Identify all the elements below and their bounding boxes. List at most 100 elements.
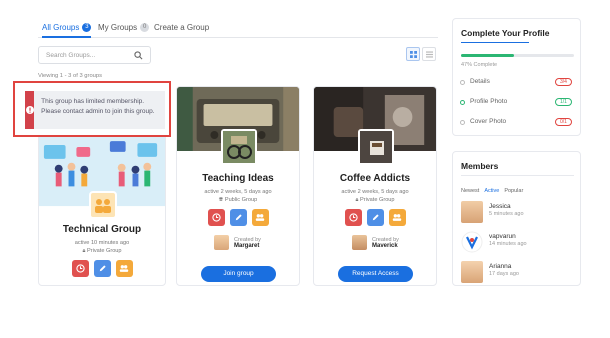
profile-item-status: 0/1 xyxy=(555,118,572,126)
member-avatar[interactable] xyxy=(461,231,483,253)
member-item[interactable]: Jessica 5 minutes ago xyxy=(461,201,524,223)
members-action-button[interactable] xyxy=(115,260,133,277)
item-status-icon xyxy=(460,120,465,125)
lock-icon: 🔒︎ xyxy=(82,248,86,254)
filter-newest[interactable]: Newest xyxy=(461,188,479,194)
group-avatar xyxy=(358,129,394,165)
profile-item-status: 3/4 xyxy=(555,78,572,86)
group-creator: Created by Maverick xyxy=(352,235,399,250)
creator-avatar[interactable] xyxy=(352,235,367,250)
tab-my-groups[interactable]: My Groups 0 xyxy=(98,23,150,32)
group-card-teaching-ideas[interactable]: Teaching Ideas active 2 weeks, 5 days ag… xyxy=(176,86,300,286)
profile-item-status: 1/1 xyxy=(555,98,572,106)
progress-text: 47% Complete xyxy=(461,62,498,68)
search-icon[interactable] xyxy=(134,50,143,60)
clock-icon xyxy=(348,213,358,222)
globe-icon: 🌐︎ xyxy=(218,197,224,203)
group-creator: Created by Margaret xyxy=(214,235,261,250)
avatar-photo xyxy=(223,131,255,163)
creator-name[interactable]: Maverick xyxy=(372,243,398,249)
tab-count-badge: 3 xyxy=(82,23,92,32)
item-status-icon xyxy=(460,80,465,85)
filter-popular[interactable]: Popular xyxy=(504,188,523,194)
group-privacy: 🔒︎ Private Group xyxy=(39,247,165,255)
clock-icon xyxy=(75,264,85,273)
pencil-icon xyxy=(235,214,242,221)
alert-box: This group has limited membership. Pleas… xyxy=(25,91,165,129)
tab-label: My Groups xyxy=(98,23,138,32)
users-icon xyxy=(255,214,265,221)
pencil-icon xyxy=(372,214,379,221)
group-title[interactable]: Teaching Ideas xyxy=(177,173,299,184)
clock-icon xyxy=(211,213,221,222)
join-group-button[interactable]: Join group xyxy=(201,266,276,282)
member-avatar[interactable] xyxy=(461,201,483,223)
member-avatar[interactable] xyxy=(461,261,483,283)
member-name[interactable]: Arianna xyxy=(489,263,519,270)
member-name[interactable]: Jessica xyxy=(489,203,524,210)
group-card-coffee-addicts[interactable]: Coffee Addicts active 2 weeks, 5 days ag… xyxy=(313,86,437,286)
users-icon xyxy=(95,199,111,213)
clock-action-button[interactable] xyxy=(207,209,225,226)
profile-item-photo[interactable]: Profile Photo xyxy=(470,98,507,105)
search-placeholder: Search Groups... xyxy=(46,51,96,59)
tab-create-group[interactable]: Create a Group xyxy=(154,23,209,32)
search-input[interactable]: Search Groups... xyxy=(38,46,151,64)
creator-name[interactable]: Margaret xyxy=(234,243,259,249)
progress-track xyxy=(461,54,574,57)
grid-icon xyxy=(409,50,417,58)
group-actions xyxy=(177,209,299,226)
group-avatar xyxy=(221,129,257,165)
member-name[interactable]: vapvarun xyxy=(489,233,527,240)
group-actions xyxy=(39,260,165,277)
group-privacy: 🔒︎ Private Group xyxy=(314,196,436,204)
group-activity: active 10 minutes ago xyxy=(74,240,130,246)
limited-membership-alert: This group has limited membership. Pleas… xyxy=(13,81,171,137)
member-time: 5 minutes ago xyxy=(489,211,524,217)
profile-item-details[interactable]: Details xyxy=(470,78,490,85)
members-widget: Members Newest Active Popular Jessica 5 m… xyxy=(452,151,581,286)
clock-action-button[interactable] xyxy=(71,260,89,277)
tab-label: All Groups xyxy=(42,23,80,32)
creator-avatar[interactable] xyxy=(214,235,229,250)
request-access-button[interactable]: Request Access xyxy=(338,266,413,282)
clock-action-button[interactable] xyxy=(344,209,362,226)
users-icon xyxy=(119,265,129,272)
member-filters: Newest Active Popular xyxy=(461,188,523,194)
privacy-label: Private Group xyxy=(360,197,395,203)
tab-count-badge: 0 xyxy=(140,23,150,32)
tab-all-groups[interactable]: All Groups 3 xyxy=(42,23,92,38)
group-title[interactable]: Technical Group xyxy=(39,224,165,235)
member-time: 17 days ago xyxy=(489,271,519,277)
group-title[interactable]: Coffee Addicts xyxy=(314,173,436,184)
viewing-count: Viewing 1 - 3 of 3 groups xyxy=(38,73,103,79)
profile-item-cover[interactable]: Cover Photo xyxy=(470,118,506,125)
title-underline xyxy=(461,42,529,43)
profile-completion-widget: Complete Your Profile 47% Complete Detai… xyxy=(452,18,581,136)
privacy-label: Private Group xyxy=(87,248,122,254)
alert-message: This group has limited membership. Pleas… xyxy=(41,98,155,115)
member-item[interactable]: Arianna 17 days ago xyxy=(461,261,519,283)
group-avatar xyxy=(89,191,117,219)
privacy-label: Public Group xyxy=(224,197,258,203)
edit-action-button[interactable] xyxy=(229,209,247,226)
list-view-button[interactable] xyxy=(422,47,436,61)
members-action-button[interactable] xyxy=(388,209,406,226)
pencil-icon xyxy=(99,265,106,272)
group-privacy: 🌐︎ Public Group xyxy=(177,196,299,204)
members-action-button[interactable] xyxy=(251,209,269,226)
grid-view-button[interactable] xyxy=(406,47,420,61)
group-tabs: All Groups 3 My Groups 0 Create a Group xyxy=(38,18,438,38)
filter-active[interactable]: Active xyxy=(484,188,499,194)
users-icon xyxy=(392,214,402,221)
group-actions xyxy=(314,209,436,226)
member-item[interactable]: vapvarun 14 minutes ago xyxy=(461,231,527,253)
edit-action-button[interactable] xyxy=(93,260,111,277)
progress-fill xyxy=(461,54,515,57)
avatar-logo xyxy=(461,231,483,253)
edit-action-button[interactable] xyxy=(366,209,384,226)
group-activity: active 2 weeks, 5 days ago xyxy=(341,189,409,195)
exclamation-icon xyxy=(25,106,34,114)
tab-label: Create a Group xyxy=(154,23,210,32)
profile-widget-title: Complete Your Profile xyxy=(461,28,550,38)
